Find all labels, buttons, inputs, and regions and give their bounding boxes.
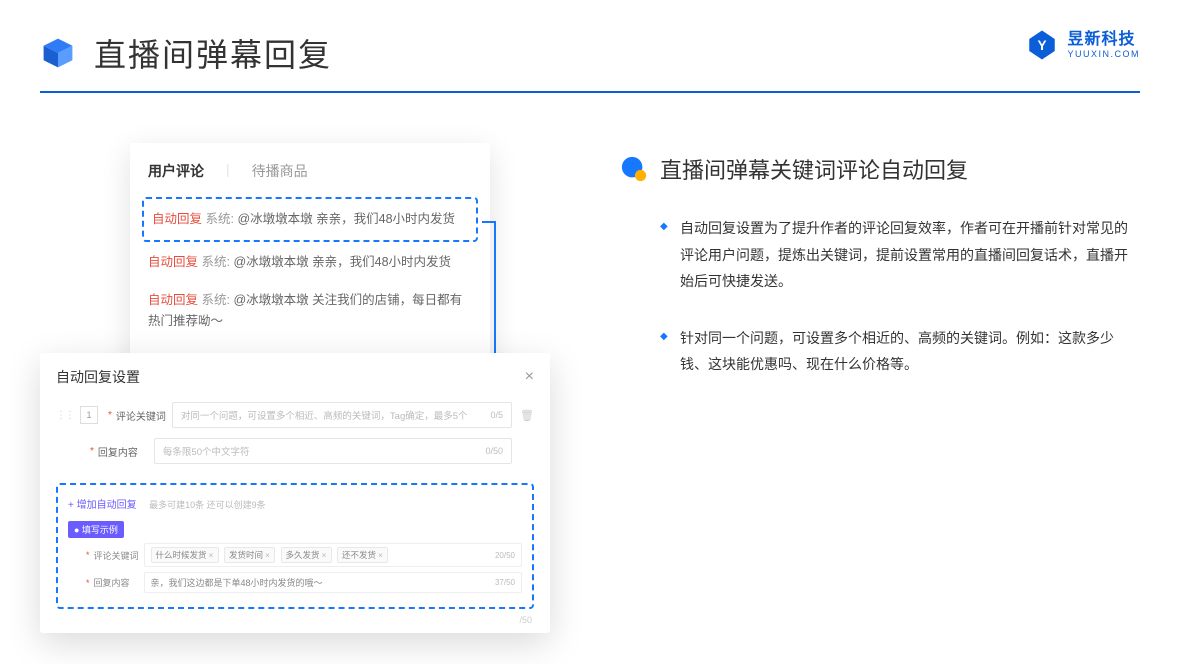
bullet-item: 自动回复设置为了提升作者的评论回复效率，作者可在开播前针对常见的评论用户问题，提… xyxy=(660,215,1130,295)
screenshot-area: 用户评论 | 待播商品 自动回复 系统: @冰墩墩本墩 亲亲，我们48小时内发货… xyxy=(40,143,560,520)
tag-chip[interactable]: 还不发货× xyxy=(337,547,388,563)
tab-comments[interactable]: 用户评论 xyxy=(148,161,204,181)
add-reply-link[interactable]: + 增加自动回复 xyxy=(68,500,137,511)
tab-goods[interactable]: 待播商品 xyxy=(252,161,308,181)
auto-reply-tag: 自动回复 xyxy=(152,212,202,226)
row-number: 1 xyxy=(80,406,98,424)
reply-label: 回复内容 xyxy=(98,444,154,459)
tag-remove-icon: × xyxy=(265,550,270,560)
section-title: 直播间弹幕关键词评论自动回复 xyxy=(660,153,968,185)
example-reply-label: 回复内容 xyxy=(94,576,144,589)
example-keyword-label: 评论关键词 xyxy=(94,549,144,562)
form-row-keyword: ⋮⋮ 1 * 评论关键词 对同一个问题，可设置多个相近、高频的关键词，Tag确定… xyxy=(56,397,534,433)
drag-handle-icon[interactable]: ⋮⋮ xyxy=(56,410,74,421)
example-reply-row: * 回复内容 亲，我们这边都是下单48小时内发货的哦～ 37/50 xyxy=(68,567,522,593)
keyword-input[interactable]: 对同一个问题，可设置多个相近、高频的关键词，Tag确定，最多5个 0/5 xyxy=(172,402,512,428)
mention: @冰墩墩本墩 xyxy=(233,255,308,269)
panel-tabs: 用户评论 | 待播商品 xyxy=(148,161,472,195)
comment-item-highlighted: 自动回复 系统: @冰墩墩本墩 亲亲，我们48小时内发货 xyxy=(142,197,478,242)
tag-chip[interactable]: 发货时间× xyxy=(224,547,275,563)
example-keyword-row: * 评论关键词 什么时候发货× 发货时间× 多久发货× 还不发货× 20/50 xyxy=(68,538,522,567)
keyword-label: 评论关键词 xyxy=(116,408,172,423)
comment-item: 自动回复 系统: @冰墩墩本墩 关注我们的店铺，每日都有热门推荐呦～ xyxy=(148,282,472,341)
auto-reply-tag: 自动回复 xyxy=(148,255,198,269)
char-counter: 0/5 xyxy=(491,410,504,420)
page-header: 直播间弹幕回复 xyxy=(0,0,1180,91)
tag-chip[interactable]: 多久发货× xyxy=(281,547,332,563)
tag-remove-icon: × xyxy=(378,550,383,560)
auto-reply-tag: 自动回复 xyxy=(148,293,198,307)
required-icon: * xyxy=(86,550,90,560)
example-keyword-input[interactable]: 什么时候发货× 发货时间× 多久发货× 还不发货× 20/50 xyxy=(144,543,522,567)
ghost-counter: /50 xyxy=(519,615,532,625)
required-icon: * xyxy=(90,446,94,457)
tag-remove-icon: × xyxy=(322,550,327,560)
brand-icon: Y xyxy=(1025,28,1059,62)
char-counter: 20/50 xyxy=(495,551,515,560)
close-icon[interactable]: × xyxy=(525,368,534,386)
brand-name-cn: 昱新科技 xyxy=(1067,32,1140,48)
bullet-list: 自动回复设置为了提升作者的评论回复效率，作者可在开播前针对常见的评论用户问题，提… xyxy=(620,185,1140,378)
form-row-reply: * 回复内容 每条限50个中文字符 0/50 🗑 xyxy=(56,433,534,469)
add-hint: 最多可建10条 还可以创建9条 xyxy=(149,500,266,510)
char-counter: 0/50 xyxy=(486,446,504,456)
cube-icon xyxy=(40,35,76,71)
required-icon: * xyxy=(86,578,90,588)
example-reply-input[interactable]: 亲，我们这边都是下单48小时内发货的哦～ 37/50 xyxy=(144,572,522,593)
example-reply-text: 亲，我们这边都是下单48小时内发货的哦～ xyxy=(151,576,323,589)
comment-text: 亲亲，我们48小时内发货 xyxy=(309,255,451,269)
brand-name-en: YUUXIN.COM xyxy=(1067,50,1140,59)
trash-icon[interactable]: 🗑 xyxy=(520,409,534,422)
brand-logo: Y 昱新科技 YUUXIN.COM xyxy=(1025,28,1140,62)
system-tag: 系统: xyxy=(202,255,230,269)
input-placeholder: 对同一个问题，可设置多个相近、高频的关键词，Tag确定，最多5个 xyxy=(181,408,468,422)
mention: @冰墩墩本墩 xyxy=(237,212,312,226)
bullet-item: 针对同一个问题，可设置多个相近的、高频的关键词。例如：这款多少钱、这块能优惠吗、… xyxy=(660,325,1130,378)
system-tag: 系统: xyxy=(206,212,234,226)
reply-input[interactable]: 每条限50个中文字符 0/50 xyxy=(154,438,512,464)
example-box: + 增加自动回复 最多可建10条 还可以创建9条 ● 填写示例 * 评论关键词 … xyxy=(56,483,534,609)
description-area: 直播间弹幕关键词评论自动回复 自动回复设置为了提升作者的评论回复效率，作者可在开… xyxy=(560,143,1140,520)
mention: @冰墩墩本墩 xyxy=(233,293,308,307)
char-counter: 37/50 xyxy=(495,578,515,587)
system-tag: 系统: xyxy=(202,293,230,307)
dialog-title: 自动回复设置 xyxy=(56,367,140,387)
tag-remove-icon: × xyxy=(209,550,214,560)
bubble-icon xyxy=(620,155,648,183)
page-title: 直播间弹幕回复 xyxy=(94,30,332,76)
tab-separator: | xyxy=(226,161,230,181)
comment-text: 亲亲，我们48小时内发货 xyxy=(313,212,455,226)
auto-reply-settings-dialog: 自动回复设置 × ⋮⋮ 1 * 评论关键词 对同一个问题，可设置多个相近、高频的… xyxy=(40,353,550,633)
tag-chip[interactable]: 什么时候发货× xyxy=(151,547,219,563)
section-heading: 直播间弹幕关键词评论自动回复 xyxy=(620,153,1140,185)
comment-item: 自动回复 系统: @冰墩墩本墩 亲亲，我们48小时内发货 xyxy=(148,244,472,281)
svg-text:Y: Y xyxy=(1038,38,1047,53)
input-placeholder: 每条限50个中文字符 xyxy=(163,444,250,458)
example-badge: ● 填写示例 xyxy=(68,521,124,538)
required-icon: * xyxy=(108,410,112,421)
